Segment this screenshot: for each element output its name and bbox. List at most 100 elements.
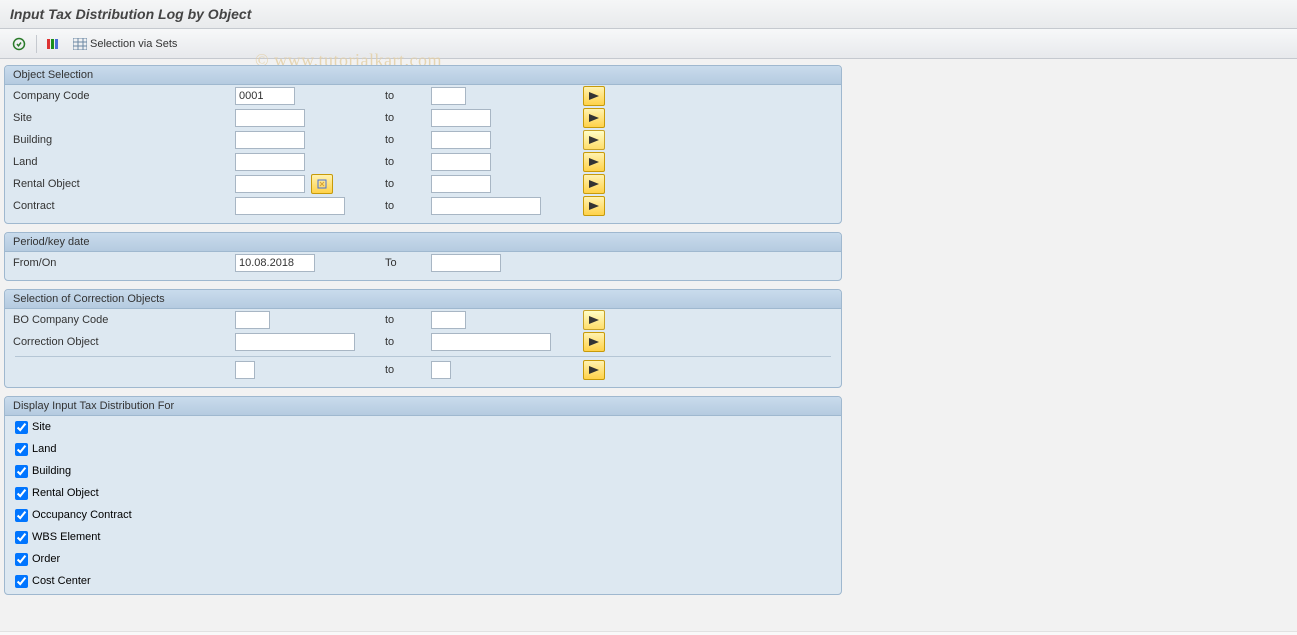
input-blank-to[interactable]	[431, 361, 451, 379]
multi-select-rental-object[interactable]	[583, 174, 605, 194]
checkbox-label-rental: Rental Object	[32, 487, 99, 499]
label-company-code: Company Code	[13, 90, 235, 102]
checkbox-label-cost: Cost Center	[32, 575, 91, 587]
to-label: to	[385, 112, 431, 124]
input-bo-company-to[interactable]	[431, 311, 466, 329]
label-rental-object: Rental Object	[13, 178, 235, 190]
input-building-to[interactable]	[431, 131, 491, 149]
checkbox-wbs[interactable]	[15, 531, 28, 544]
group-correction: Selection of Correction Objects BO Compa…	[4, 289, 842, 388]
checkbox-cost[interactable]	[15, 575, 28, 588]
checkbox-building[interactable]	[15, 465, 28, 478]
checkbox-label-order: Order	[32, 553, 60, 565]
checkbox-row-cost: Cost Center	[5, 570, 841, 592]
row-correction-blank: to	[5, 359, 841, 381]
toolbar-separator	[36, 35, 37, 53]
dynamic-selections-button[interactable]	[43, 34, 65, 54]
checkbox-order[interactable]	[15, 553, 28, 566]
multi-select-land[interactable]	[583, 152, 605, 172]
to-label: to	[385, 178, 431, 190]
input-company-code-to[interactable]	[431, 87, 466, 105]
divider	[15, 356, 831, 357]
input-contract-from[interactable]	[235, 197, 345, 215]
input-rental-object-to[interactable]	[431, 175, 491, 193]
to-label: to	[385, 90, 431, 102]
input-building-from[interactable]	[235, 131, 305, 149]
checkbox-rental[interactable]	[15, 487, 28, 500]
checkbox-occ[interactable]	[15, 509, 28, 522]
label-land: Land	[13, 156, 235, 168]
input-land-from[interactable]	[235, 153, 305, 171]
group-object-selection: Object Selection Company Code to Site to…	[4, 65, 842, 224]
group-period: Period/key date From/On To	[4, 232, 842, 281]
multi-select-contract[interactable]	[583, 196, 605, 216]
multi-select-company-code[interactable]	[583, 86, 605, 106]
to-label: to	[385, 156, 431, 168]
row-from-on: From/On To	[5, 252, 841, 274]
checkbox-row-building: Building	[5, 460, 841, 482]
group-display-for: Display Input Tax Distribution For Site L…	[4, 396, 842, 595]
checkbox-label-wbs: WBS Element	[32, 531, 100, 543]
checkbox-land[interactable]	[15, 443, 28, 456]
selection-via-sets-button[interactable]: Selection via Sets	[69, 38, 181, 50]
multi-select-bo-company[interactable]	[583, 310, 605, 330]
to-label: To	[385, 257, 431, 269]
row-correction-object: Correction Object to	[5, 331, 841, 353]
group-header-display-for: Display Input Tax Distribution For	[5, 397, 841, 416]
checkbox-row-land: Land	[5, 438, 841, 460]
input-site-from[interactable]	[235, 109, 305, 127]
label-building: Building	[13, 134, 235, 146]
multi-select-building[interactable]	[583, 130, 605, 150]
to-label: to	[385, 134, 431, 146]
input-from-on[interactable]	[235, 254, 315, 272]
input-bo-company-from[interactable]	[235, 311, 270, 329]
to-label: to	[385, 200, 431, 212]
input-rental-object-from[interactable]	[235, 175, 305, 193]
execute-button[interactable]	[8, 34, 30, 54]
checkbox-row-site: Site	[5, 416, 841, 438]
group-header-object-selection: Object Selection	[5, 66, 841, 85]
group-header-period: Period/key date	[5, 233, 841, 252]
checkbox-site[interactable]	[15, 421, 28, 434]
input-site-to[interactable]	[431, 109, 491, 127]
multi-select-site[interactable]	[583, 108, 605, 128]
status-bar	[0, 631, 1297, 635]
checkbox-label-site: Site	[32, 421, 51, 433]
input-correction-to[interactable]	[431, 333, 551, 351]
checkbox-label-building: Building	[32, 465, 71, 477]
selection-via-sets-label: Selection via Sets	[90, 38, 177, 50]
input-correction-from[interactable]	[235, 333, 355, 351]
label-correction-object: Correction Object	[13, 336, 235, 348]
table-icon	[73, 38, 87, 50]
toolbar: Selection via Sets	[0, 29, 1297, 59]
input-blank-from[interactable]	[235, 361, 255, 379]
row-contract: Contract to	[5, 195, 841, 217]
label-site: Site	[13, 112, 235, 124]
input-period-to[interactable]	[431, 254, 501, 272]
multi-select-correction[interactable]	[583, 332, 605, 352]
row-building: Building to	[5, 129, 841, 151]
page-title: Input Tax Distribution Log by Object	[0, 0, 1297, 29]
row-site: Site to	[5, 107, 841, 129]
row-company-code: Company Code to	[5, 85, 841, 107]
label-bo-company: BO Company Code	[13, 314, 235, 326]
content-area: Object Selection Company Code to Site to…	[0, 59, 1297, 595]
checkbox-label-land: Land	[32, 443, 56, 455]
search-help-rental-object[interactable]	[311, 174, 333, 194]
to-label: to	[385, 364, 431, 376]
to-label: to	[385, 314, 431, 326]
row-rental-object: Rental Object to	[5, 173, 841, 195]
checkbox-row-wbs: WBS Element	[5, 526, 841, 548]
input-company-code-from[interactable]	[235, 87, 295, 105]
label-from-on: From/On	[13, 257, 235, 269]
row-land: Land to	[5, 151, 841, 173]
checkbox-row-rental: Rental Object	[5, 482, 841, 504]
checkbox-label-occ: Occupancy Contract	[32, 509, 132, 521]
input-contract-to[interactable]	[431, 197, 541, 215]
checkbox-row-order: Order	[5, 548, 841, 570]
to-label: to	[385, 336, 431, 348]
input-land-to[interactable]	[431, 153, 491, 171]
multi-select-blank[interactable]	[583, 360, 605, 380]
label-contract: Contract	[13, 200, 235, 212]
group-header-correction: Selection of Correction Objects	[5, 290, 841, 309]
